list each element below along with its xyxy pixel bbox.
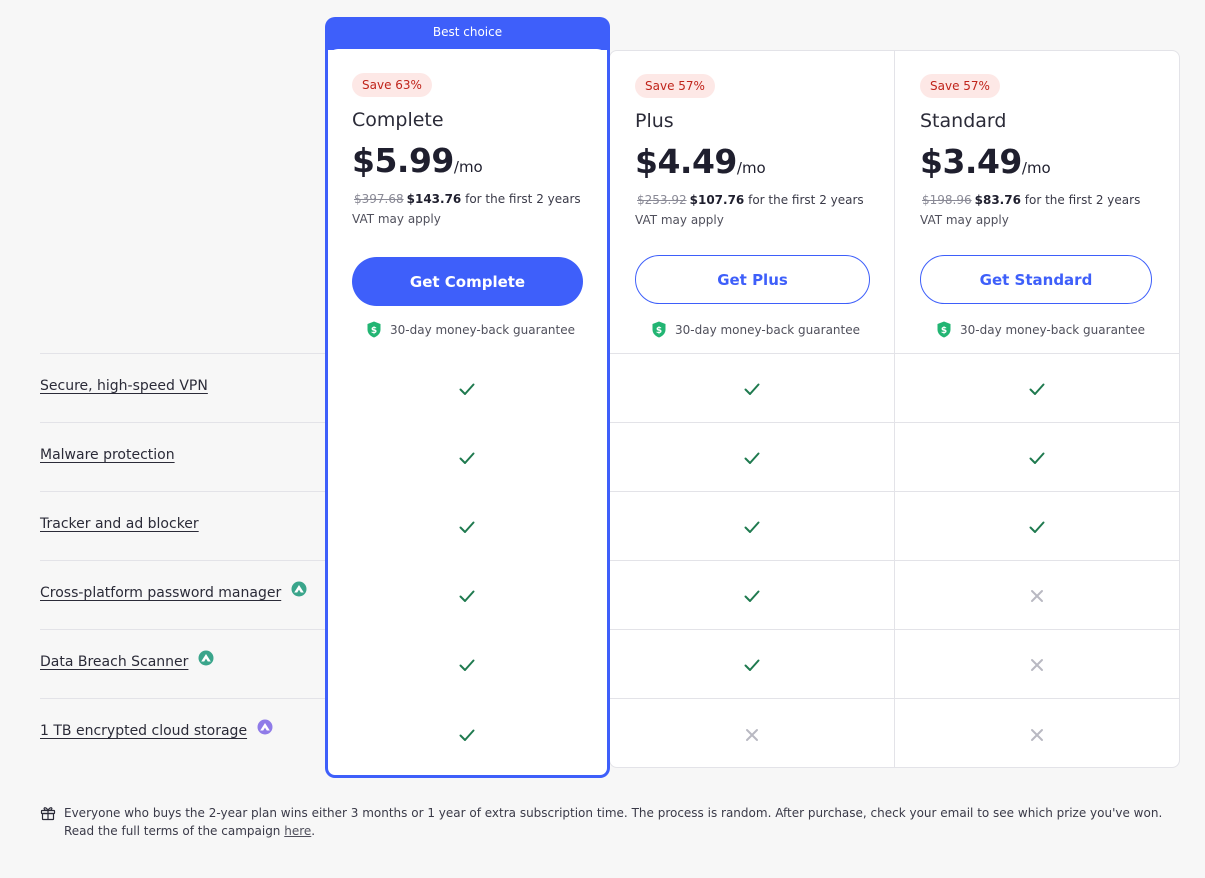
check-icon	[1027, 517, 1047, 537]
plan-name: Standard	[920, 110, 1007, 132]
row-separator	[40, 353, 1180, 354]
feature-label[interactable]: Malware protection	[40, 447, 175, 463]
vat-note: VAT may apply	[635, 213, 724, 227]
old-price: $198.96	[922, 193, 972, 207]
feature-row-label: Secure, high-speed VPN	[40, 378, 208, 394]
billing-info: $253.92 $107.76 for the first 2 years	[637, 193, 864, 207]
footnote-body: Everyone who buys the 2-year plan wins e…	[64, 806, 1163, 838]
check-icon	[742, 586, 762, 606]
footnote-end: .	[311, 824, 316, 838]
billing-term: for the first 2 years	[465, 192, 581, 206]
feature-row-label: 1 TB encrypted cloud storage	[40, 719, 273, 739]
check-icon	[457, 655, 477, 675]
get-standard-button[interactable]: Get Standard	[920, 255, 1152, 304]
feature-label[interactable]: Cross-platform password manager	[40, 585, 281, 601]
plan-price: $3.49/mo	[920, 142, 1051, 181]
get-complete-button[interactable]: Get Complete	[352, 257, 583, 306]
cross-icon	[1027, 725, 1047, 745]
guarantee-text: 30-day money-back guarantee	[675, 322, 860, 337]
billing-info: $198.96 $83.76 for the first 2 years	[922, 193, 1140, 207]
billing-term: for the first 2 years	[1024, 193, 1141, 207]
shield-dollar-icon: $	[366, 321, 390, 338]
check-icon	[742, 655, 762, 675]
feature-label[interactable]: Tracker and ad blocker	[40, 516, 199, 532]
campaign-footnote: Everyone who buys the 2-year plan wins e…	[40, 804, 1180, 840]
feature-label[interactable]: 1 TB encrypted cloud storage	[40, 723, 247, 739]
row-separator	[40, 560, 1180, 561]
nordpass-icon	[198, 650, 214, 666]
save-badge: Save 57%	[635, 74, 715, 98]
price-period: /mo	[1021, 159, 1051, 177]
footnote-text: Everyone who buys the 2-year plan wins e…	[64, 804, 1180, 840]
guarantee-text: 30-day money-back guarantee	[390, 322, 575, 337]
old-price: $397.68	[354, 192, 404, 206]
plan-price: $5.99/mo	[352, 141, 483, 180]
check-icon	[457, 448, 477, 468]
cross-icon	[742, 725, 762, 745]
money-back-guarantee: $30-day money-back guarantee	[651, 321, 860, 338]
cross-icon	[1027, 655, 1047, 675]
nordlocker-icon	[257, 719, 273, 735]
new-price: $107.76	[689, 193, 745, 207]
vat-note: VAT may apply	[920, 213, 1009, 227]
feature-row-label: Tracker and ad blocker	[40, 516, 199, 532]
row-separator	[40, 422, 1180, 423]
check-icon	[457, 725, 477, 745]
price-period: /mo	[453, 158, 483, 176]
check-icon	[1027, 448, 1047, 468]
get-plus-button[interactable]: Get Plus	[635, 255, 870, 304]
check-icon	[1027, 379, 1047, 399]
gift-icon	[40, 804, 64, 840]
vat-note: VAT may apply	[352, 212, 441, 226]
money-back-guarantee: $30-day money-back guarantee	[366, 321, 575, 338]
new-price: $83.76	[974, 193, 1021, 207]
shield-dollar-icon: $	[651, 321, 675, 338]
money-back-guarantee: $30-day money-back guarantee	[936, 321, 1145, 338]
svg-text:$: $	[371, 326, 377, 336]
row-separator	[40, 629, 1180, 630]
billing-info: $397.68 $143.76 for the first 2 years	[354, 192, 581, 206]
check-icon	[457, 517, 477, 537]
check-icon	[742, 448, 762, 468]
save-badge: Save 63%	[352, 73, 432, 97]
svg-text:$: $	[656, 326, 662, 336]
check-icon	[457, 379, 477, 399]
check-icon	[457, 586, 477, 606]
billing-term: for the first 2 years	[748, 193, 864, 207]
plan-price: $4.49/mo	[635, 142, 766, 181]
row-separator	[40, 491, 1180, 492]
price-amount: $5.99	[352, 141, 454, 180]
feature-label[interactable]: Secure, high-speed VPN	[40, 378, 208, 394]
feature-label[interactable]: Data Breach Scanner	[40, 654, 188, 670]
new-price: $143.76	[406, 192, 462, 206]
old-price: $253.92	[637, 193, 687, 207]
guarantee-text: 30-day money-back guarantee	[960, 322, 1145, 337]
save-badge: Save 57%	[920, 74, 1000, 98]
plan-name: Plus	[635, 110, 674, 132]
campaign-terms-link[interactable]: here	[284, 824, 311, 838]
feature-row-label: Data Breach Scanner	[40, 650, 214, 670]
check-icon	[742, 517, 762, 537]
plan-name: Complete	[352, 109, 444, 131]
cross-icon	[1027, 586, 1047, 606]
shield-dollar-icon: $	[936, 321, 960, 338]
price-amount: $4.49	[635, 142, 737, 181]
best-choice-banner: Best choice	[432, 25, 503, 39]
check-icon	[742, 379, 762, 399]
row-separator	[40, 698, 1180, 699]
column-divider	[894, 51, 895, 767]
price-amount: $3.49	[920, 142, 1022, 181]
feature-row-label: Cross-platform password manager	[40, 581, 307, 601]
svg-text:$: $	[941, 326, 947, 336]
price-period: /mo	[736, 159, 766, 177]
nordpass-icon	[291, 581, 307, 597]
feature-row-label: Malware protection	[40, 447, 175, 463]
